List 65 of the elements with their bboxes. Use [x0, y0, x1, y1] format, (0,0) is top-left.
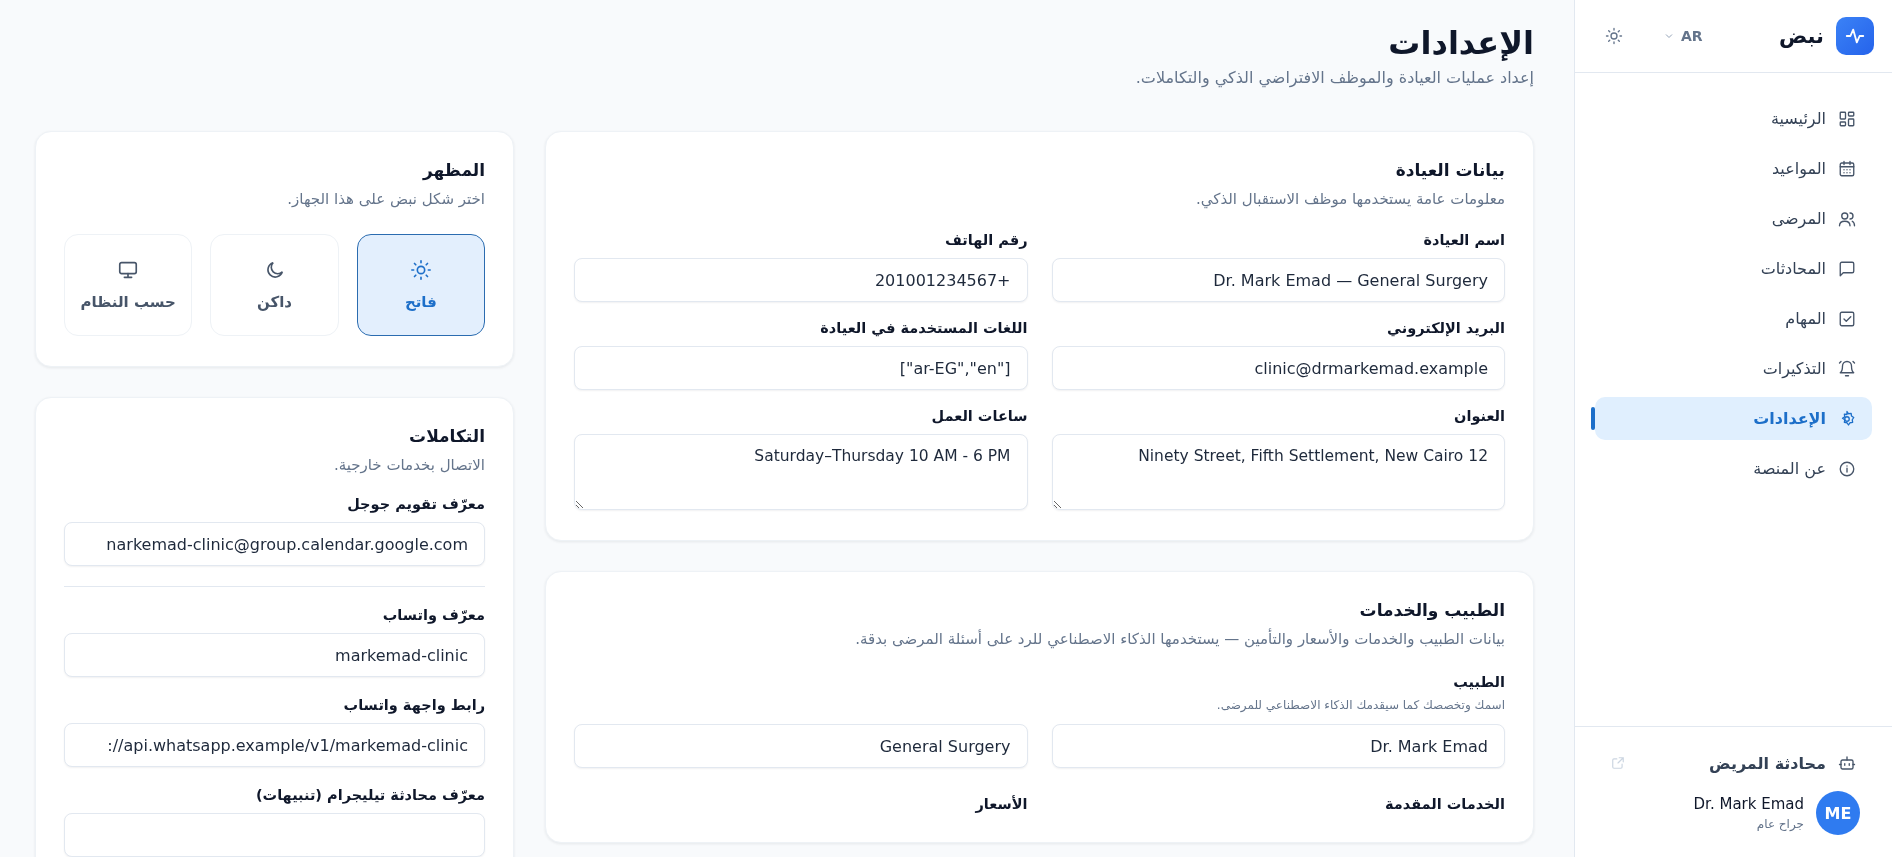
info-icon	[1838, 459, 1856, 478]
field-label: رابط واجهة واتساب	[342, 697, 485, 713]
field-hint: اسمك وتخصصك كما سيقدمك الذكاء الاصطناعي للمرضى.	[1215, 698, 1505, 712]
grid-icon	[1838, 109, 1856, 128]
card-title: بيانات العيادة	[1394, 160, 1505, 180]
field-label: الخدمات المقدمة	[1384, 796, 1505, 812]
sun-icon[interactable]	[1603, 25, 1625, 47]
user-avatar: ME	[1816, 791, 1860, 835]
sun-icon	[409, 259, 432, 281]
field-label: رقم الهاتف	[944, 232, 1028, 248]
field-label: اللغات المستخدمة في العيادة	[819, 320, 1028, 336]
user-role: جراح عام	[1755, 817, 1804, 831]
card-title: المظهر	[421, 160, 485, 180]
field-label: معرّف محادثة تيليجرام (تنبيهات)	[254, 787, 485, 803]
theme-option[interactable]: داكن	[210, 234, 339, 336]
input-field[interactable]	[64, 813, 485, 857]
field-label: معرّف تقويم جوجل	[346, 496, 485, 512]
nav-item[interactable]: الرئيسية	[1595, 97, 1872, 140]
input-field[interactable]: ://api.whatsapp.example/v1/markemad-clinic	[64, 723, 485, 767]
input-field[interactable]: markemad-clinic	[64, 633, 485, 677]
page-title: الإعدادات	[1387, 24, 1534, 62]
field-label: معرّف واتساب	[381, 607, 485, 623]
theme-option[interactable]: حسب النظام	[64, 234, 193, 336]
input-field[interactable]: +201001234567	[574, 258, 1028, 302]
input-field[interactable]: General Surgery	[574, 724, 1028, 768]
text-area[interactable]: Saturday–Thursday 10 AM - 6 PM	[574, 434, 1028, 510]
monitor-icon	[117, 259, 140, 281]
field-label: الأسعار	[974, 796, 1028, 812]
language-selector[interactable]: AR	[1659, 24, 1707, 48]
nav-item[interactable]: المهام	[1595, 297, 1872, 340]
field-label: العنوان	[1453, 408, 1505, 424]
pulse-logo-icon	[1836, 17, 1874, 55]
theme-option[interactable]: فاتح	[356, 234, 485, 336]
nav-item[interactable]: عن المنصة	[1595, 447, 1872, 490]
nav-item[interactable]: المواعيد	[1595, 147, 1872, 190]
robot-icon	[1838, 754, 1856, 772]
text-area[interactable]: Ninety Street, Fifth Settlement, New Cairo 12	[1051, 434, 1505, 510]
input-field[interactable]: ["ar-EG","en"]	[574, 346, 1028, 390]
card-title: التكاملات	[408, 426, 485, 446]
external-link-icon	[1611, 756, 1625, 770]
card-subtitle: اختر شكل نبض على هذا الجهاز.	[286, 190, 485, 208]
card-subtitle: بيانات الطبيب والخدمات والأسعار والتأمين — يستخدمها الذكاء الاصطناعي للرد على أسئلة المرضى بدقة.	[854, 630, 1505, 648]
input-field[interactable]: Dr. Mark Emad	[1051, 724, 1505, 768]
field-label: الطبيب	[1452, 674, 1505, 690]
patient-chat-link[interactable]: محادثة المريض	[1595, 741, 1872, 785]
input-field[interactable]: clinic@drmarkemad.example	[1051, 346, 1505, 390]
input-field[interactable]: Dr. Mark Emad — General Surgery	[1051, 258, 1505, 302]
nav-item[interactable]: المرضى	[1595, 197, 1872, 240]
chat-bubble-icon	[1838, 259, 1856, 278]
page-subtitle: إعداد عمليات العيادة والموظف الافتراضي الذكي والتكاملات.	[1134, 68, 1534, 87]
field-label: ساعات العمل	[930, 408, 1028, 424]
nav-item[interactable]: المحادثات	[1595, 247, 1872, 290]
user-name: Dr. Mark Emad	[1693, 795, 1804, 813]
card-subtitle: معلومات عامة يستخدمها موظف الاستقبال الذكي.	[1195, 190, 1505, 208]
bell-icon	[1838, 359, 1856, 378]
input-field[interactable]: narkemad-clinic@group.calendar.google.com	[64, 522, 485, 566]
checkbox-icon	[1838, 309, 1856, 328]
brand-name: نبض	[1778, 24, 1824, 48]
card-title: الطبيب والخدمات	[1358, 600, 1505, 620]
field-label: اسم العيادة	[1422, 232, 1505, 248]
calendar-icon	[1838, 159, 1856, 178]
nav-item[interactable]: التذكيرات	[1595, 347, 1872, 390]
field-label: البريد الإلكتروني	[1386, 320, 1505, 336]
people-icon	[1838, 209, 1856, 228]
card-subtitle: الاتصال بخدمات خارجية.	[332, 456, 485, 474]
